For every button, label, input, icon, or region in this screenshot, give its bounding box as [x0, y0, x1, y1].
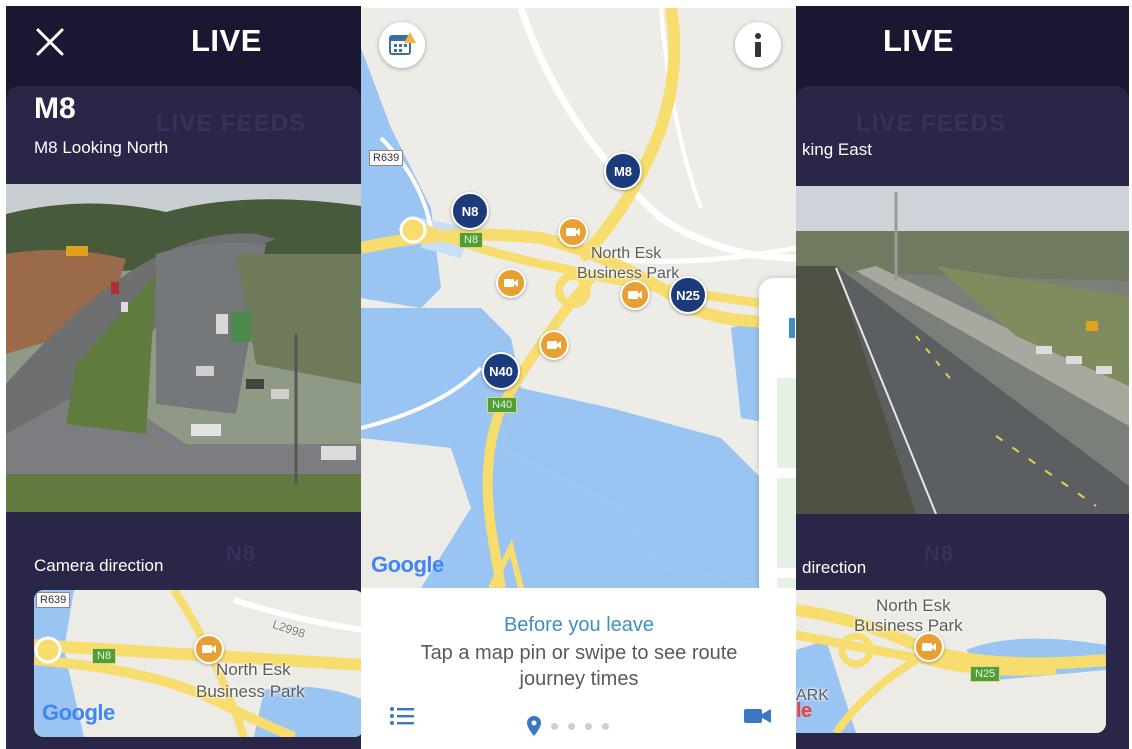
camera-pin-2[interactable]: [496, 268, 526, 298]
right-feed-image: [796, 186, 1129, 514]
page-indicator: [527, 716, 609, 736]
mini-map-place-line1: North Esk: [216, 660, 291, 679]
camera-pin-3[interactable]: [620, 280, 650, 310]
mini-map-place-line2: Business Park: [196, 682, 305, 701]
left-camera-feed[interactable]: [6, 184, 361, 512]
main-map-google-logo: Google: [371, 552, 444, 577]
right-mini-map-google-partial: le: [796, 700, 812, 722]
main-map-canvas: [361, 8, 797, 588]
main-map-n8-shield: N8: [459, 232, 484, 248]
right-lower-ghost: N8: [924, 541, 955, 566]
route-pin-m8[interactable]: M8: [604, 152, 642, 190]
main-map-road-ref: R639: [369, 150, 404, 166]
center-screen: R639 M8 N8 N25 N40 N8 N40 North Esk Busi…: [361, 8, 797, 749]
camera-icon: [202, 645, 216, 653]
camera-icon: [922, 643, 936, 651]
mini-map-camera-pin[interactable]: [194, 634, 224, 664]
info-icon: [755, 33, 761, 57]
camera-pin-1[interactable]: [558, 217, 588, 247]
left-lower-ghost: N8: [226, 541, 257, 566]
peek-card-bar-2: [777, 478, 797, 568]
left-live-title: LIVE: [191, 23, 262, 58]
calendar-alert-icon: [389, 32, 416, 55]
location-pin-icon[interactable]: [527, 716, 541, 736]
peek-card-accent: [789, 318, 795, 338]
right-live-title: LIVE: [883, 23, 954, 58]
right-mini-map-n25-shield: N25: [970, 666, 1001, 682]
route-pin-n8[interactable]: N8: [451, 192, 489, 230]
main-map-place-line2: Business Park: [577, 265, 680, 282]
right-mini-map-place-line1: North Esk: [876, 596, 951, 615]
list-icon[interactable]: [389, 706, 415, 726]
left-mini-map[interactable]: R639 N8 L2998 North Esk Business Park Go…: [34, 590, 361, 737]
camera-icon: [628, 291, 642, 299]
right-mini-map-place-line2: Business Park: [854, 616, 963, 635]
page-dot[interactable]: [551, 722, 558, 730]
page-dot[interactable]: [568, 722, 575, 730]
right-screen: LIVE LIVE FEEDS N8 king East direction N…: [796, 6, 1129, 749]
left-screen: LIVE LIVE FEEDS N8 M8 M8 Looking North C…: [6, 6, 361, 749]
video-camera-icon[interactable]: [744, 707, 772, 725]
mini-map-google-text: Google: [42, 700, 115, 725]
mini-map-google-logo: Google: [42, 700, 115, 726]
main-map-place-line1: North Esk: [591, 245, 662, 262]
left-live-feeds-tab[interactable]: LIVE FEEDS: [156, 110, 306, 138]
left-top-bar: LIVE: [6, 6, 361, 86]
camera-name: M8 Looking North: [34, 138, 169, 157]
info-button[interactable]: [735, 22, 781, 68]
right-camera-name: king East: [802, 140, 872, 159]
right-live-feeds-tab[interactable]: LIVE FEEDS: [856, 110, 1006, 138]
mini-map-n8-shield: N8: [92, 648, 117, 664]
peek-card-bar-1: [777, 378, 797, 468]
right-top-bar: LIVE: [796, 6, 1129, 86]
before-you-leave-title: Before you leave: [503, 614, 655, 636]
before-you-leave-body: Tap a map pin or swipe to see route jour…: [420, 642, 738, 690]
camera-code: M8: [34, 92, 76, 125]
camera-icon: [566, 228, 580, 236]
page-dot[interactable]: [585, 722, 592, 730]
close-icon[interactable]: [32, 24, 68, 60]
right-mini-map-canvas: [796, 590, 1106, 733]
page-dot[interactable]: [602, 722, 609, 730]
right-direction-label: direction: [802, 558, 867, 577]
camera-direction-label: Camera direction: [34, 556, 164, 575]
right-camera-feed[interactable]: [796, 186, 1129, 514]
mini-map-road-ref: R639: [36, 592, 71, 608]
right-mini-map-camera-pin[interactable]: [914, 632, 944, 662]
route-pin-n40[interactable]: N40: [482, 352, 520, 390]
camera-pin-4[interactable]: [539, 330, 569, 360]
left-feed-image: [6, 184, 361, 512]
calendar-alert-button[interactable]: [379, 22, 425, 68]
main-map-n40-shield: N40: [487, 397, 518, 413]
camera-icon: [547, 341, 561, 349]
right-mini-map[interactable]: North Esk Business Park N25 ARK le: [796, 590, 1106, 733]
main-map[interactable]: R639 M8 N8 N25 N40 N8 N40 North Esk Busi…: [361, 8, 797, 588]
camera-icon: [504, 279, 518, 287]
